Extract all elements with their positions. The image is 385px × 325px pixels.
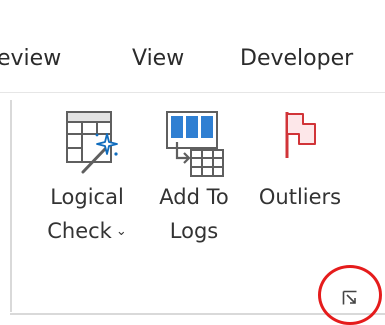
ribbon-tab-bar: eview View Developer bbox=[0, 0, 385, 92]
logical-check-button[interactable]: Logical Check ⌄ bbox=[36, 106, 138, 249]
add-to-logs-icon bbox=[146, 106, 242, 180]
tab-review[interactable]: eview bbox=[0, 44, 61, 74]
ribbon-divider bbox=[0, 92, 385, 93]
tab-view[interactable]: View bbox=[132, 44, 184, 74]
ribbon-bottom-border bbox=[10, 313, 385, 315]
flag-icon bbox=[248, 106, 352, 180]
tab-developer[interactable]: Developer bbox=[240, 44, 353, 74]
outliers-label: Outliers bbox=[258, 185, 342, 209]
logical-check-label-text: Check bbox=[47, 219, 112, 243]
add-to-logs-label-line1: Add To bbox=[159, 185, 229, 209]
logical-check-label-line1: Logical bbox=[50, 185, 124, 209]
outliers-button[interactable]: Outliers bbox=[248, 106, 352, 214]
group-separator bbox=[10, 100, 12, 312]
wand-grid-icon bbox=[42, 106, 138, 180]
chevron-down-icon[interactable]: ⌄ bbox=[116, 215, 127, 249]
logical-check-label-line2: Check ⌄ bbox=[36, 214, 138, 249]
dialog-launcher-icon[interactable] bbox=[342, 290, 358, 306]
add-to-logs-label-line2: Logs bbox=[169, 219, 219, 243]
add-to-logs-button[interactable]: Add To Logs bbox=[146, 106, 242, 248]
